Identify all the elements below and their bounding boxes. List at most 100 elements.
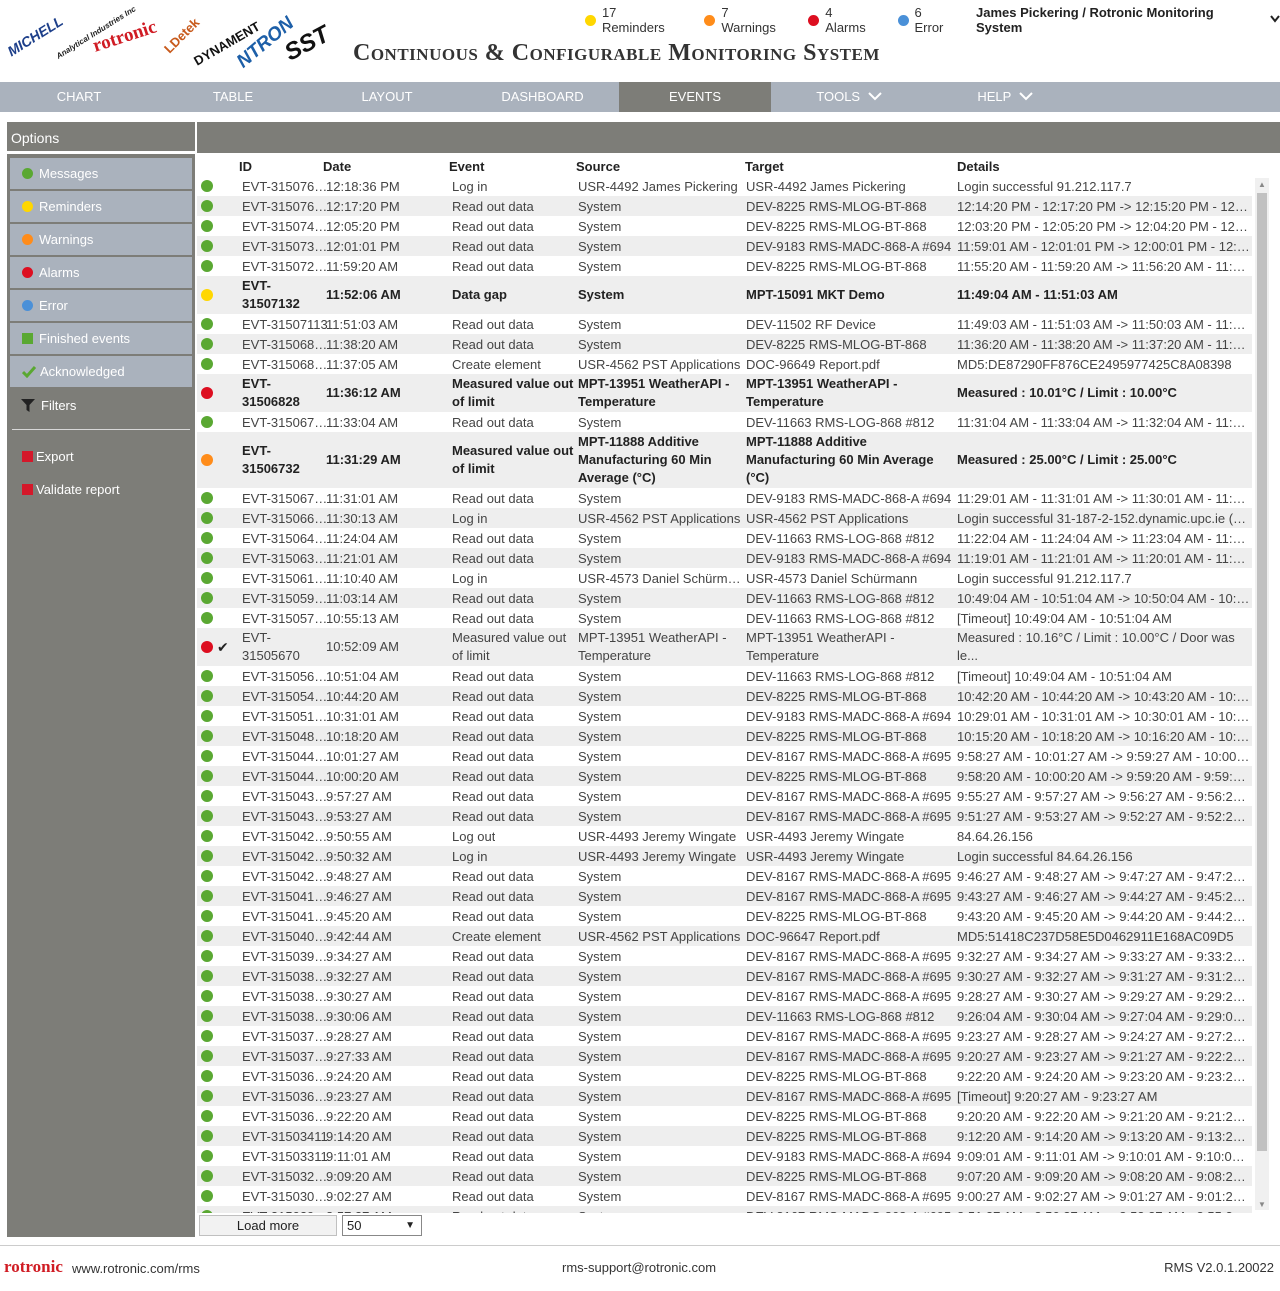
event-id-cell: EVT-31503271 — [242, 1166, 328, 1186]
table-row[interactable]: EVT-31503311 9:11:01 AM Read out data Syste… — [197, 1146, 1252, 1166]
event-id: EVT-31505479 — [242, 688, 328, 704]
column-header-event[interactable]: Event — [449, 159, 484, 174]
column-header-id[interactable]: ID — [239, 159, 252, 174]
table-row[interactable]: EVT-31506712 11:31:01 AM Read out data Syst… — [197, 488, 1252, 508]
table-row[interactable]: EVT-31504457 10:01:27 AM Read out data Syst… — [197, 746, 1252, 766]
validate-report-button[interactable]: Validate report — [22, 482, 120, 497]
table-row[interactable]: EVT-31506451 11:24:04 AM Read out data Syst… — [197, 528, 1252, 548]
event-source-cell: System — [578, 686, 744, 706]
table-row[interactable]: EVT-31504312 9:53:27 AM Read out data Syste… — [197, 806, 1252, 826]
event-source: System — [578, 336, 622, 352]
table-row[interactable]: EVT-31503834 9:30:27 AM Read out data Syste… — [197, 986, 1252, 1006]
load-more-button[interactable]: Load more — [199, 1215, 337, 1236]
event-date-cell: 11:59:20 AM — [326, 256, 450, 276]
sidebar-item-acknowledged[interactable]: Acknowledged — [10, 356, 192, 387]
sidebar-item-reminders[interactable]: Reminders — [10, 191, 192, 222]
nav-help[interactable]: HELP — [927, 82, 1083, 112]
table-row[interactable]: EVT-31504181 9:46:27 AM Read out data Syste… — [197, 886, 1252, 906]
table-row[interactable]: EVT-31506387 11:21:01 AM Read out data Syst… — [197, 548, 1252, 568]
table-row[interactable]: EVT-31505479 10:44:20 AM Read out data Syst… — [197, 686, 1252, 706]
event-date-cell: 9:11:01 AM — [326, 1146, 450, 1166]
table-row[interactable]: EVT-31507326 12:01:01 PM Read out data Syst… — [197, 236, 1252, 256]
reminders-count[interactable]: 17 Reminders — [585, 5, 682, 35]
table-row[interactable]: EVT-31504442 10:00:20 AM Read out data Syst… — [197, 766, 1252, 786]
user-menu[interactable]: James Pickering / Rotronic Monitoring Sy… — [976, 5, 1280, 35]
sidebar-item-alarms[interactable]: Alarms — [10, 257, 192, 288]
table-row[interactable]: EVT-31506697 11:30:13 AM Log in USR-4562 PS… — [197, 508, 1252, 528]
warnings-count[interactable]: 7 Warnings — [704, 5, 786, 35]
table-row[interactable]: EVT-31505643 10:51:04 AM Read out data Syst… — [197, 666, 1252, 686]
table-row[interactable]: EVT-31505731 10:55:13 AM Read out data Syst… — [197, 608, 1252, 628]
table-row[interactable]: EVT-31506757 11:33:04 AM Read out data Syst… — [197, 412, 1252, 432]
row-status — [201, 686, 237, 706]
column-header-date[interactable]: Date — [323, 159, 351, 174]
column-header-target[interactable]: Target — [745, 159, 784, 174]
export-button[interactable]: Export — [22, 449, 74, 464]
nav-dashboard[interactable]: DASHBOARD — [466, 82, 619, 112]
sidebar-item-error[interactable]: Error — [10, 290, 192, 321]
table-row[interactable]: EVT-31503098 9:02:27 AM Read out data Syste… — [197, 1186, 1252, 1206]
table-row[interactable]: EVT-31503632 9:23:27 AM Read out data Syste… — [197, 1086, 1252, 1106]
table-row[interactable]: EVT-31507424 12:05:20 PM Read out data Syst… — [197, 216, 1252, 236]
alarms-count[interactable]: 4 Alarms — [808, 5, 875, 35]
table-row[interactable]: EVT-31504224 9:48:27 AM Read out data Syste… — [197, 866, 1252, 886]
error-count[interactable]: 6 Error — [897, 5, 954, 35]
table-row[interactable]: EVT-315029518:57:27 AM Read out data Syste… — [197, 1206, 1252, 1213]
table-row[interactable]: EVT-31507686 12:18:36 PM Log in USR-4492 Ja… — [197, 176, 1252, 196]
table-row[interactable]: EVT-31506732 11:31:29 AM Measured value ou… — [197, 432, 1252, 488]
event-id-cell: EVT-31503756 — [242, 1046, 328, 1066]
column-header-details[interactable]: Details — [957, 159, 1000, 174]
ldetek-logo: LDetek — [161, 14, 203, 57]
event-details-cell: 9:09:01 AM - 9:11:01 AM -> 9:10:01 AM - … — [957, 1146, 1250, 1166]
table-row[interactable]: EVT-31505100 10:31:01 AM Read out data Syst… — [197, 706, 1252, 726]
table-row[interactable]: EVT-31503604 9:22:20 AM Read out data Syste… — [197, 1106, 1252, 1126]
nav-chart[interactable]: CHART — [0, 82, 158, 112]
scroll-down-arrow-icon[interactable]: ▼ — [1255, 1198, 1269, 1212]
table-row[interactable]: EVT-31507132 11:52:06 AM Data gap System MPT… — [197, 276, 1252, 314]
table-row[interactable]: EVT-31503886 9:32:27 AM Read out data Syste… — [197, 966, 1252, 986]
table-row[interactable]: EVT-31503938 9:34:27 AM Read out data Syste… — [197, 946, 1252, 966]
table-row[interactable]: EVT-31503670 9:24:20 AM Read out data Syste… — [197, 1066, 1252, 1086]
sidebar-item-finished-events[interactable]: Finished events — [10, 323, 192, 354]
scrollbar-thumb[interactable] — [1257, 193, 1267, 1151]
sidebar-item-warnings[interactable]: Warnings — [10, 224, 192, 255]
event-details-cell: 11:49:03 AM - 11:51:03 AM -> 11:50:03 AM… — [957, 314, 1250, 334]
table-row[interactable]: EVT-31504267 9:50:55 AM Log out USR-4493 Je… — [197, 826, 1252, 846]
table-row[interactable]: EVT-31506828 11:36:12 AM Measured value ou… — [197, 374, 1252, 412]
nav-table[interactable]: TABLE — [158, 82, 308, 112]
table-row[interactable]: EVT-31503785 9:28:27 AM Read out data Syste… — [197, 1026, 1252, 1046]
table-row[interactable]: EVT-31507113 11:51:03 AM Read out data Syst… — [197, 314, 1252, 334]
footer-website-link[interactable]: www.rotronic.com/rms — [72, 1261, 200, 1276]
table-row[interactable]: EVT-31504157 9:45:20 AM Read out data Syste… — [197, 906, 1252, 926]
nav-events[interactable]: EVENTS — [619, 82, 771, 112]
table-row[interactable]: EVT-31507662 12:17:20 PM Read out data Syst… — [197, 196, 1252, 216]
table-row[interactable]: EVT-31504851 10:18:20 AM Read out data Syst… — [197, 726, 1252, 746]
nav-tools[interactable]: TOOLS — [771, 82, 927, 112]
table-row[interactable]: EVT-31505941 11:03:14 AM Read out data Syst… — [197, 588, 1252, 608]
table-row[interactable]: ✔ EVT-31505670 10:52:09 AM Measured value o… — [197, 628, 1252, 666]
table-row[interactable]: EVT-31503756 9:27:33 AM Read out data Syste… — [197, 1046, 1252, 1066]
table-row[interactable]: EVT-31506124 11:10:40 AM Log in USR-4573 Da… — [197, 568, 1252, 588]
ok-status-dot-icon — [201, 970, 213, 982]
scroll-up-arrow-icon[interactable]: ▲ — [1255, 178, 1269, 192]
nav-layout[interactable]: LAYOUT — [308, 82, 466, 112]
table-row[interactable]: EVT-31506844 11:37:05 AM Create element USR… — [197, 354, 1252, 374]
event-target-cell: DEV-8225 RMS-MLOG-BT-868 — [746, 726, 956, 746]
table-row[interactable]: EVT-31507294 11:59:20 AM Read out data Syst… — [197, 256, 1252, 276]
table-row[interactable]: EVT-31503818 9:30:06 AM Read out data Syste… — [197, 1006, 1252, 1026]
table-row[interactable]: EVT-31504089 9:42:44 AM Create element USR-… — [197, 926, 1252, 946]
table-row[interactable]: EVT-31506867 11:38:20 AM Read out data Syst… — [197, 334, 1252, 354]
column-header-source[interactable]: Source — [576, 159, 620, 174]
row-status — [201, 866, 237, 886]
filters-toggle[interactable]: Filters — [21, 398, 76, 413]
table-row[interactable]: EVT-31504261 9:50:32 AM Log in USR-4493 Jer… — [197, 846, 1252, 866]
event-type-cell: Read out data — [452, 746, 574, 766]
table-row[interactable]: EVT-31504381 9:57:27 AM Read out data Syste… — [197, 786, 1252, 806]
row-status — [201, 276, 237, 314]
sidebar-item-messages[interactable]: Messages — [10, 158, 192, 189]
table-row[interactable]: EVT-31503271 9:09:20 AM Read out data Syste… — [197, 1166, 1252, 1186]
table-row[interactable]: EVT-31503411 9:14:20 AM Read out data Syste… — [197, 1126, 1252, 1146]
page-size-select[interactable]: 50 ▼ — [342, 1215, 422, 1236]
footer-support-email[interactable]: rms-support@rotronic.com — [562, 1260, 716, 1275]
event-type: Read out data — [452, 768, 534, 784]
